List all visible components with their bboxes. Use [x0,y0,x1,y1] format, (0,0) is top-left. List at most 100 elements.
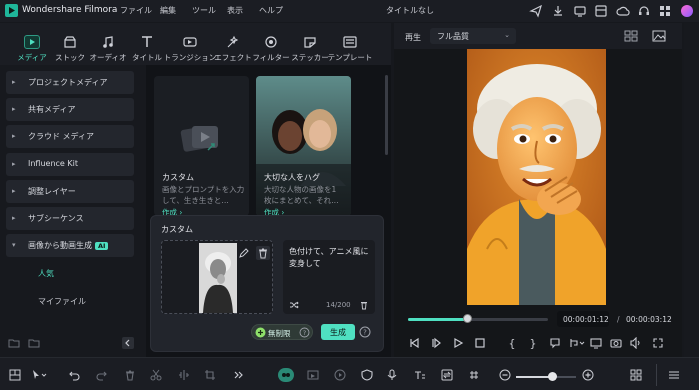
new-folder-icon[interactable] [8,338,20,348]
previous-frame-icon[interactable] [408,337,420,349]
fullscreen-icon[interactable] [652,337,664,349]
zoom-out-icon[interactable] [499,369,511,381]
download-icon[interactable] [551,4,565,18]
text-to-speech-icon[interactable] [414,369,426,381]
audio-wave-icon[interactable] [178,369,190,381]
play-icon[interactable] [452,337,464,349]
playback-circle-icon[interactable] [334,369,346,381]
quality-dropdown[interactable]: フル品質 ⌄ [430,28,516,44]
headset-icon[interactable] [637,4,651,18]
replace-media-icon[interactable] [441,369,453,381]
unlimited-toggle[interactable]: 無制限 ? [251,324,313,340]
chevron-right-icon: ▸ [12,187,16,195]
display-icon[interactable] [590,337,602,349]
avatar-icon[interactable] [680,4,694,18]
prompt-text[interactable]: 色付けて、アニメ風に変身して [289,246,371,270]
snap-icon[interactable] [468,369,480,381]
sidebar-item-subsequence[interactable]: ▸ サブシーケンス [6,207,134,230]
tab-template[interactable]: テンプレート [328,23,372,65]
ai-copilot-icon[interactable] [278,368,294,382]
tab-transition[interactable]: トランジション [164,23,216,65]
sidebar-item-label: Influence Kit [28,159,78,168]
timeline-grid-icon[interactable] [630,369,642,381]
collapse-sidebar-icon[interactable] [122,337,134,349]
delete-image-icon[interactable] [256,246,270,260]
camera-icon[interactable] [610,337,622,349]
template-card-custom[interactable]: カスタム 画像とプロンプトを入力 して、生き生きと… 作成 › [154,76,249,216]
sidebar-item-shared-media[interactable]: ▸ 共有メディア [6,98,134,121]
timecode-separator: / [617,315,620,324]
folder-icon[interactable] [28,338,40,348]
zoom-in-icon[interactable] [582,369,594,381]
play-reverse-icon[interactable] [430,337,442,349]
sidebar-item-image-to-video[interactable]: ▾ 画像から動画生成 AI [6,234,134,257]
sidebar-subitem-my-files[interactable]: マイファイル [38,296,86,307]
undo-icon[interactable] [68,369,80,381]
menu-edit[interactable]: 編集 [160,5,176,16]
app-name: Wondershare Filmora [22,5,118,15]
mark-in-icon[interactable]: { [506,337,518,349]
shuffle-icon[interactable] [289,300,299,310]
monitor-icon[interactable] [573,4,587,18]
menu-help[interactable]: ヘルプ [259,5,283,16]
zoom-slider-knob[interactable] [548,372,557,381]
tab-media[interactable]: メディア [17,23,47,65]
tab-effect[interactable]: エフェクト [214,23,252,65]
shield-icon[interactable] [361,369,373,381]
snapshot-image-icon[interactable] [652,30,666,42]
send-icon[interactable] [529,4,543,18]
sidebar-item-project-media[interactable]: ▸ プロジェクトメディア [6,71,134,94]
image-upload-box[interactable] [161,240,273,314]
scrollbar[interactable] [385,75,388,155]
audio-icon [100,35,116,49]
template-card-hug[interactable]: 大切な人をハグ 大切な人物の画像を1 枚にまとめて、それ… 作成 › [256,76,351,216]
help-icon[interactable]: ? [299,327,310,338]
grid-icon[interactable] [658,4,672,18]
transition-icon [182,35,198,49]
card-desc-line-2: 枚にまとめて、それ… [264,196,339,205]
layout-toggle-icon[interactable] [9,369,21,381]
custom-image-icon [178,120,224,160]
volume-icon[interactable] [630,337,642,349]
cloud-icon[interactable] [616,4,630,18]
select-tool-icon[interactable] [31,369,47,381]
mark-out-icon[interactable]: } [527,337,539,349]
tab-filter[interactable]: フィルター [252,23,290,65]
tab-label: オーディオ [89,53,127,62]
sidebar-item-influence-kit[interactable]: ▸ Influence Kit [6,153,134,176]
sidebar-item-adjustment-layer[interactable]: ▸ 調整レイヤー [6,180,134,203]
sidebar-item-label: サブシーケンス [28,214,84,223]
tab-label: トランジション [163,53,217,62]
stop-icon[interactable] [474,337,486,349]
menu-view[interactable]: 表示 [227,5,243,16]
chevron-down-icon: ⌄ [504,31,510,39]
prompt-textarea[interactable]: 色付けて、アニメ風に変身して 14/200 [283,240,375,314]
help-icon[interactable]: ? [359,326,371,338]
cut-icon[interactable] [150,369,162,381]
sidebar-item-cloud-media[interactable]: ▸ クラウド メディア [6,125,134,148]
auto-reframe-icon[interactable] [307,369,319,381]
tab-audio[interactable]: オーディオ [89,23,127,65]
more-tools-icon[interactable] [232,369,244,381]
layout-icon[interactable] [594,4,608,18]
menu-tools[interactable]: ツール [192,5,216,16]
tab-sticker[interactable]: ステッカー [291,23,329,65]
delete-icon[interactable] [124,369,136,381]
generate-button[interactable]: 生成 [321,324,355,340]
tab-title[interactable]: タイトル [132,23,162,65]
edit-icon[interactable] [238,247,250,259]
crop-icon[interactable] [204,369,216,381]
tab-label: メディア [17,53,47,62]
timeline-playhead[interactable] [462,314,472,323]
grid-view-icon[interactable] [624,30,638,42]
split-dropdown-icon[interactable] [569,337,585,349]
menu-file[interactable]: ファイル [120,5,152,16]
microphone-icon[interactable] [386,369,398,381]
current-timecode[interactable]: 00:00:01:12 [557,311,609,327]
speech-bubble-icon[interactable] [549,337,561,349]
clear-prompt-icon[interactable] [359,300,369,310]
more-options-icon[interactable] [668,369,680,381]
redo-icon[interactable] [96,369,108,381]
tab-stock[interactable]: ストック [55,23,85,65]
sidebar-subitem-popular[interactable]: 人気 [38,268,54,279]
